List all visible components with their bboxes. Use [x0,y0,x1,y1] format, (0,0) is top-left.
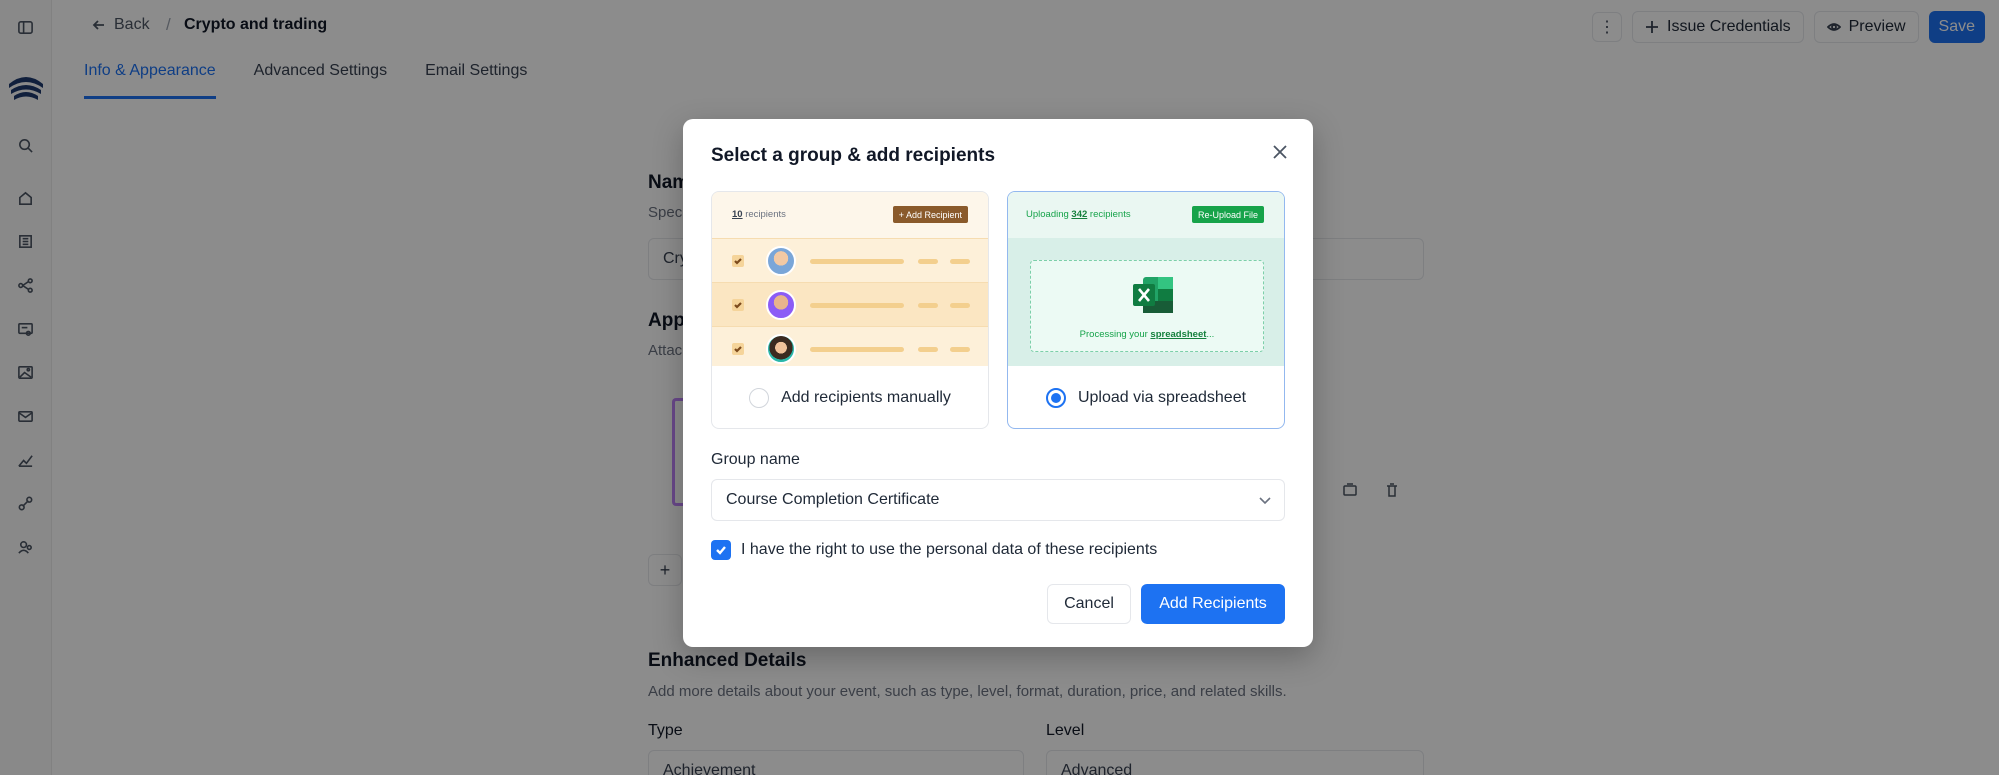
cancel-button[interactable]: Cancel [1047,584,1131,624]
group-name-select[interactable]: Course Completion Certificate [711,479,1285,521]
spreadsheet-dropzone: Processing your spreadsheet... [1030,260,1264,352]
avatar [766,290,796,320]
spreadsheet-option-label: Upload via spreadsheet [1077,389,1247,406]
spreadsheet-preview-illustration: Uploading 342 recipients Re-Upload File … [1008,192,1284,366]
processing-text: Processing your spreadsheet... [1079,329,1215,340]
dialog-title: Select a group & add recipients [711,145,996,166]
consent-checkbox[interactable] [711,540,731,560]
reupload-file-badge: Re-Upload File [1191,206,1264,223]
manual-radio[interactable] [749,388,770,408]
manual-option-label: Add recipients manually [781,389,951,406]
manual-recipient-count: 10 recipients [732,209,786,220]
option-upload-spreadsheet[interactable]: Uploading 342 recipients Re-Upload File … [1007,191,1285,429]
manual-preview-row [712,238,988,282]
avatar [766,246,796,276]
group-name-value: Course Completion Certificate [726,491,940,508]
manual-preview-row [712,326,988,370]
option-add-manually[interactable]: 10 recipients + Add Recipient Add recipi… [711,191,989,429]
manual-preview-row [712,282,988,326]
manual-preview-illustration: 10 recipients + Add Recipient [712,192,988,366]
check-icon [732,343,744,355]
check-icon [716,546,726,555]
add-recipients-button[interactable]: Add Recipients [1141,584,1285,624]
check-icon [732,255,744,267]
check-icon [732,299,744,311]
chevron-down-icon [1258,493,1272,507]
consent-label: I have the right to use the personal dat… [741,541,1158,558]
add-recipients-dialog: Select a group & add recipients 10 recip… [683,119,1313,647]
manual-add-recipient-badge: + Add Recipient [892,206,968,223]
excel-icon [1131,275,1175,315]
group-name-label: Group name [711,451,800,468]
consent-row: I have the right to use the personal dat… [711,540,1157,560]
close-icon[interactable] [1271,143,1289,161]
avatar [766,334,796,364]
spreadsheet-radio[interactable] [1045,388,1066,408]
uploading-count: Uploading 342 recipients [1026,209,1131,220]
